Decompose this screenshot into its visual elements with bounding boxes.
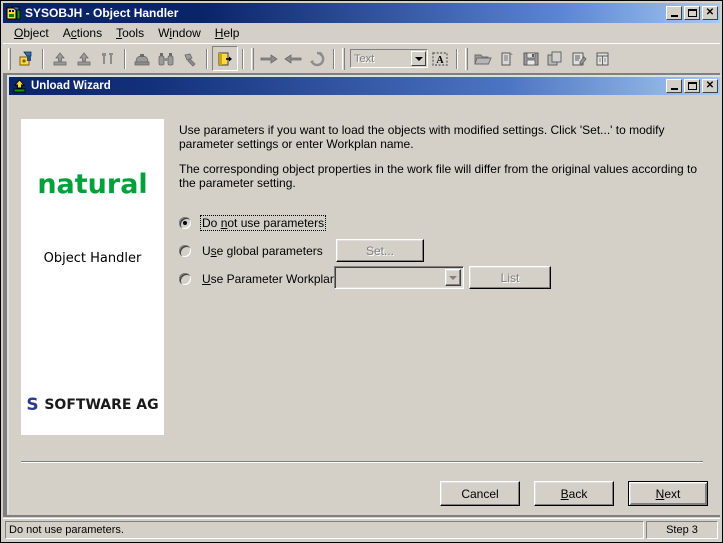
save-icon[interactable] [519, 47, 543, 70]
status-bar: Do not use parameters. Step 3 [3, 518, 720, 540]
software-ag-wordmark: SOFTWARE AG [44, 397, 159, 413]
wizard-title-bar: Unload Wizard ✕ [9, 77, 720, 95]
minimize-button[interactable] [666, 6, 682, 20]
tools-icon[interactable] [96, 47, 120, 70]
list-button[interactable]: List [469, 266, 551, 289]
menu-item-actions[interactable]: Actions [56, 24, 109, 42]
load-icon[interactable] [14, 47, 38, 70]
label-use-parameter-workplan[interactable]: Use Parameter Workplan [200, 271, 339, 287]
close-button[interactable]: ✕ [702, 6, 718, 20]
toolbar-combo-value: Text [354, 52, 375, 65]
menu-item-window[interactable]: Window [151, 24, 208, 42]
main-window-title: SYSOBJH - Object Handler [25, 6, 179, 20]
svg-text:A: A [436, 55, 444, 66]
wizard-body: natural Object Handler S SOFTWARE AG Use… [9, 95, 720, 513]
find-objects-icon[interactable] [130, 47, 154, 70]
next-button[interactable]: Next [628, 481, 708, 506]
wizard-minimize-button[interactable] [666, 79, 682, 93]
report-icon[interactable] [567, 47, 591, 70]
menu-item-tools[interactable]: Tools [109, 24, 151, 42]
workplan-combo[interactable] [334, 266, 464, 289]
wizard-paragraph-1: Use parameters if you want to load the o… [179, 123, 665, 151]
main-window-controls: ✕ [666, 6, 718, 20]
wizard-logo-panel: natural Object Handler S SOFTWARE AG [21, 119, 164, 435]
toolbar-separator [333, 48, 335, 69]
toolbar-separator [206, 48, 208, 69]
cancel-button[interactable]: Cancel [440, 481, 520, 506]
main-toolbar: Text A [3, 43, 720, 73]
option-row-do-not-use-parameters[interactable]: Do not use parameters [179, 210, 711, 235]
wizard-content: Use parameters if you want to load the o… [179, 123, 711, 294]
natural-logo: natural [37, 169, 148, 200]
status-step: Step 3 [646, 520, 718, 539]
option-row-use-global-parameters[interactable]: Use global parameters Set... [179, 238, 711, 263]
unload-icon[interactable] [48, 47, 72, 70]
binoculars-icon[interactable] [154, 47, 178, 70]
toolbar-separator [124, 48, 126, 69]
software-ag-logo: S SOFTWARE AG [21, 395, 164, 415]
label-use-global-parameters[interactable]: Use global parameters [200, 243, 325, 259]
toolbar-grip-3[interactable] [342, 47, 345, 70]
wizard-close-button[interactable]: ✕ [702, 79, 718, 93]
menu-item-object[interactable]: Object [7, 24, 56, 42]
unload-wizard-icon [12, 78, 28, 94]
toolbar-separator [456, 48, 458, 69]
label-do-not-use-parameters[interactable]: Do not use parameters [200, 214, 327, 231]
toolbar-text-combo[interactable]: Text [350, 49, 428, 68]
radio-do-not-use-parameters[interactable] [179, 216, 191, 229]
exit-icon[interactable] [212, 46, 238, 71]
open-folder-icon[interactable] [471, 47, 495, 70]
set-button[interactable]: Set... [336, 239, 424, 262]
menu-bar: Object Actions Tools Window Help [3, 23, 720, 43]
arrow-right-icon[interactable] [257, 47, 281, 70]
toolbar-grip-4[interactable] [465, 47, 468, 70]
grid-icon[interactable] [591, 47, 615, 70]
unload-down-icon[interactable] [72, 47, 96, 70]
app-icon [6, 6, 22, 21]
radio-use-global-parameters[interactable] [179, 244, 191, 257]
radio-selected-dot [183, 220, 187, 225]
wizard-title: Unload Wizard [31, 80, 111, 92]
chevron-down-icon[interactable] [411, 51, 426, 66]
menu-item-help[interactable]: Help [208, 24, 247, 42]
footer-divider [21, 461, 703, 463]
option-row-use-parameter-workplan[interactable]: Use Parameter Workplan List [179, 266, 711, 291]
product-subtitle: Object Handler [43, 251, 142, 266]
copy-icon[interactable] [543, 47, 567, 70]
back-button[interactable]: Back [534, 481, 614, 506]
toolbar-separator [242, 48, 244, 69]
radio-use-parameter-workplan[interactable] [179, 272, 191, 285]
chevron-down-icon[interactable] [445, 269, 461, 286]
software-ag-mark-icon: S [26, 395, 39, 415]
application-window: SYSOBJH - Object Handler ✕ Object Action… [0, 0, 723, 543]
toolbar-separator [42, 48, 44, 69]
wizard-window-controls: ✕ [666, 79, 718, 93]
arrow-left-icon[interactable] [281, 47, 305, 70]
unload-wizard-window: Unload Wizard ✕ natural Object Handler S… [7, 75, 722, 515]
main-title-bar: SYSOBJH - Object Handler ✕ [3, 3, 720, 23]
parameter-options-group: Do not use parameters Use global paramet… [179, 210, 711, 291]
toolbar-grip[interactable] [8, 47, 11, 70]
maximize-button[interactable] [684, 6, 700, 20]
new-document-icon[interactable] [495, 47, 519, 70]
toolbar-grip-2[interactable] [251, 47, 254, 70]
wizard-maximize-button[interactable] [684, 79, 700, 93]
wizard-footer-buttons: Cancel Back Next [440, 481, 708, 506]
font-icon[interactable]: A [428, 47, 452, 70]
refresh-icon[interactable] [305, 47, 329, 70]
status-message: Do not use parameters. [5, 520, 644, 539]
hammer-icon[interactable] [178, 47, 202, 70]
wizard-paragraph-2: The corresponding object properties in t… [179, 162, 698, 190]
